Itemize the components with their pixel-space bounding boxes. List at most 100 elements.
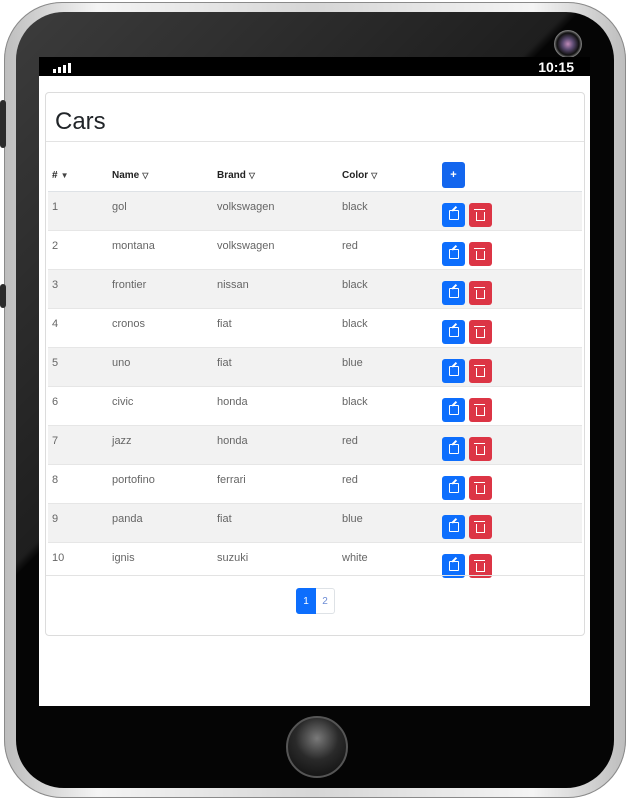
cell-id: 5 xyxy=(48,347,112,387)
delete-button[interactable] xyxy=(469,203,492,227)
cell-name-text: jazz xyxy=(112,435,132,447)
cell-name: panda xyxy=(112,503,217,543)
table-row: 7 jazz honda red xyxy=(48,425,582,465)
cell-id-text: 8 xyxy=(52,474,59,486)
cell-name: jazz xyxy=(112,425,217,465)
cell-id-text: 1 xyxy=(52,201,59,213)
cell-color-text: red xyxy=(342,474,358,486)
table-row: 6 civic honda black xyxy=(48,386,582,426)
cell-name-text: civic xyxy=(112,396,134,408)
edit-button[interactable] xyxy=(442,203,465,227)
edit-button[interactable] xyxy=(442,281,465,305)
cell-color-text: black xyxy=(342,396,368,408)
delete-button[interactable] xyxy=(469,437,492,461)
cell-brand-text: ferrari xyxy=(217,474,246,486)
add-car-button[interactable]: + xyxy=(442,162,465,188)
cell-brand-text: nissan xyxy=(217,279,249,291)
cell-actions xyxy=(442,464,582,504)
cell-color: blue xyxy=(342,347,442,387)
table-bottom-divider xyxy=(46,575,584,576)
cell-color-text: white xyxy=(342,552,368,564)
trash-icon xyxy=(474,247,485,260)
cars-card: Cars # ▼ Name ▽ Brand ▽ Color ▽ + 1 gol volksw… xyxy=(45,92,585,636)
cell-name-text: montana xyxy=(112,240,155,252)
cell-actions xyxy=(442,503,582,543)
header-name[interactable]: Name ▽ xyxy=(112,159,217,192)
cell-color-text: black xyxy=(342,201,368,213)
home-button[interactable] xyxy=(286,716,348,778)
delete-button[interactable] xyxy=(469,281,492,305)
edit-button[interactable] xyxy=(442,476,465,500)
status-bar: 10:15 xyxy=(39,57,590,76)
cell-actions xyxy=(442,191,582,231)
volume-button xyxy=(0,100,6,148)
cell-id: 8 xyxy=(48,464,112,504)
header-actions: + xyxy=(442,159,582,192)
edit-icon xyxy=(448,249,459,259)
cell-color: black xyxy=(342,191,442,231)
title-divider xyxy=(46,141,584,142)
delete-button[interactable] xyxy=(469,398,492,422)
cell-name: civic xyxy=(112,386,217,426)
cell-brand: volkswagen xyxy=(217,191,342,231)
cell-id: 9 xyxy=(48,503,112,543)
cell-actions xyxy=(442,230,582,270)
edit-icon xyxy=(448,405,459,415)
header-id-label: # xyxy=(52,169,58,181)
cell-id-text: 4 xyxy=(52,318,59,330)
cell-name-text: gol xyxy=(112,201,127,213)
cell-id-text: 10 xyxy=(52,552,65,564)
cell-brand: ferrari xyxy=(217,464,342,504)
status-time: 10:15 xyxy=(538,59,574,75)
cell-name: gol xyxy=(112,191,217,231)
delete-button[interactable] xyxy=(469,320,492,344)
header-color[interactable]: Color ▽ xyxy=(342,159,442,192)
cell-color-text: red xyxy=(342,240,358,252)
header-brand[interactable]: Brand ▽ xyxy=(217,159,342,192)
cell-color-text: black xyxy=(342,279,368,291)
edit-button[interactable] xyxy=(442,515,465,539)
edit-button[interactable] xyxy=(442,242,465,266)
edit-button[interactable] xyxy=(442,320,465,344)
cell-brand-text: fiat xyxy=(217,357,232,369)
delete-button[interactable] xyxy=(469,476,492,500)
cell-brand-text: fiat xyxy=(217,513,232,525)
cell-id-text: 3 xyxy=(52,279,59,291)
cell-name-text: cronos xyxy=(112,318,146,330)
edit-button[interactable] xyxy=(442,437,465,461)
delete-button[interactable] xyxy=(469,359,492,383)
table-row: 1 gol volkswagen black xyxy=(48,191,582,231)
cell-id: 3 xyxy=(48,269,112,309)
cell-name-text: ignis xyxy=(112,552,135,564)
edit-button[interactable] xyxy=(442,398,465,422)
trash-icon xyxy=(474,364,485,377)
header-color-label: Color xyxy=(342,169,369,181)
app-screen: Cars # ▼ Name ▽ Brand ▽ Color ▽ + 1 gol volksw… xyxy=(39,76,590,706)
cell-color: black xyxy=(342,386,442,426)
page-1-button[interactable]: 1 xyxy=(296,588,316,614)
header-brand-label: Brand xyxy=(217,169,246,181)
table-row: 8 portofino ferrari red xyxy=(48,464,582,504)
edit-button[interactable] xyxy=(442,359,465,383)
table-header-row: # ▼ Name ▽ Brand ▽ Color ▽ + xyxy=(48,159,582,192)
table-row: 9 panda fiat blue xyxy=(48,503,582,543)
camera-icon xyxy=(554,30,582,58)
cell-name: montana xyxy=(112,230,217,270)
cell-brand: nissan xyxy=(217,269,342,309)
cell-id-text: 9 xyxy=(52,513,59,525)
sort-desc-icon: ▼ xyxy=(60,170,69,180)
trash-icon xyxy=(474,403,485,416)
cell-name: uno xyxy=(112,347,217,387)
delete-button[interactable] xyxy=(469,515,492,539)
table-row: 3 frontier nissan black xyxy=(48,269,582,309)
cell-actions xyxy=(442,347,582,387)
trash-icon xyxy=(474,325,485,338)
cell-color: black xyxy=(342,308,442,348)
page-2-button[interactable]: 2 xyxy=(316,588,335,614)
cell-id: 7 xyxy=(48,425,112,465)
table-row: 2 montana volkswagen red xyxy=(48,230,582,270)
delete-button[interactable] xyxy=(469,242,492,266)
header-id[interactable]: # ▼ xyxy=(48,159,112,192)
cell-actions xyxy=(442,308,582,348)
cell-color: blue xyxy=(342,503,442,543)
